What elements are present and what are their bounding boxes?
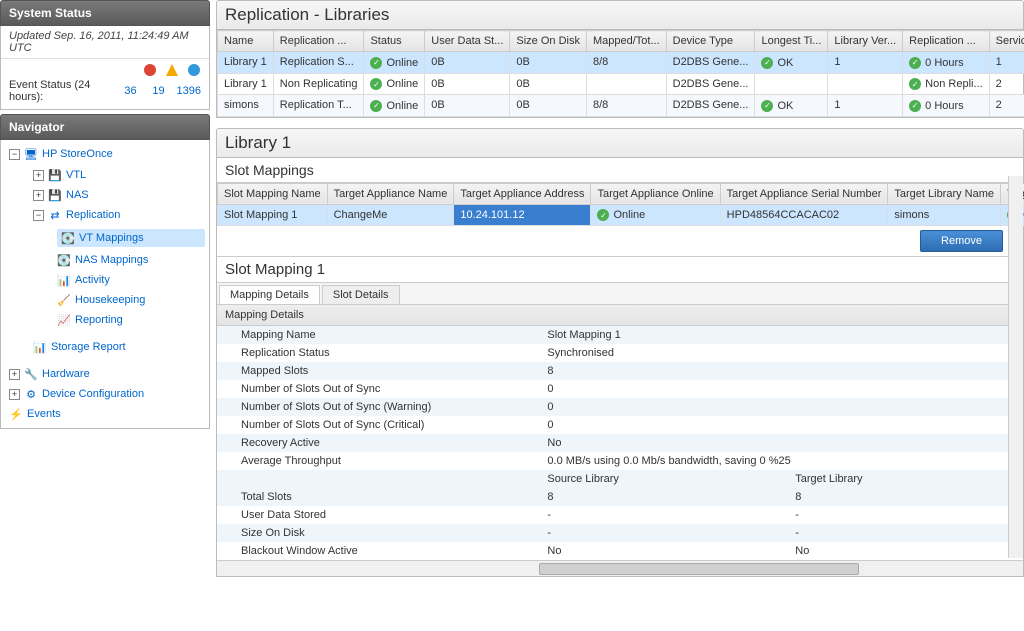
nav-events[interactable]: ⚡Events: [9, 407, 209, 421]
chart-icon: 📊: [33, 340, 47, 354]
slot-mappings-grid: Slot Mapping NameTarget Appliance NameTa…: [217, 183, 1024, 227]
tab-slot-details[interactable]: Slot Details: [322, 285, 400, 304]
nav-nas-mappings[interactable]: 💽NAS Mappings: [57, 253, 209, 267]
nav-vtl[interactable]: +💾VTL: [33, 168, 209, 182]
vertical-scrollbar[interactable]: [1008, 176, 1023, 559]
collapse-icon[interactable]: −: [33, 210, 44, 221]
libraries-grid: Name Replication ... Status User Data St…: [216, 30, 1024, 118]
col-replication[interactable]: Replication ...: [273, 31, 364, 52]
drive-icon: 💾: [48, 188, 62, 202]
col-libver[interactable]: Library Ver...: [828, 31, 903, 52]
replication-icon: ⇄: [48, 208, 62, 222]
server-icon: 🖥: [24, 147, 38, 161]
gear-icon: ⚙: [24, 387, 38, 401]
drive-icon: 💽: [57, 253, 71, 267]
library-row[interactable]: Library 1Replication S...Online0B0B8/8D2…: [218, 52, 1024, 74]
warning-icon[interactable]: [165, 63, 179, 77]
library-compare-table: Source LibraryTarget Library Total Slots…: [217, 470, 1023, 560]
slot-col[interactable]: Target Library Name: [888, 183, 1001, 204]
drive-icon: 💽: [61, 231, 75, 245]
nav-hardware[interactable]: +🔧Hardware: [9, 367, 209, 381]
expand-icon[interactable]: +: [9, 389, 20, 400]
drive-icon: 💾: [48, 168, 62, 182]
expand-icon[interactable]: +: [33, 190, 44, 201]
nav-root[interactable]: − 🖥 HP StoreOnce: [9, 147, 209, 161]
event-status-label: Event Status (24 hours):: [9, 79, 121, 103]
report-icon: 📈: [57, 313, 71, 327]
nav-replication[interactable]: −⇄Replication: [33, 208, 209, 222]
warning-count[interactable]: 19: [149, 85, 169, 97]
col-sizeondisk[interactable]: Size On Disk: [510, 31, 587, 52]
nav-device-config[interactable]: +⚙Device Configuration: [9, 387, 209, 401]
slot-mappings-heading: Slot Mappings: [217, 158, 1023, 183]
broom-icon: 🧹: [57, 293, 71, 307]
activity-icon: 📊: [57, 273, 71, 287]
mapping-details-heading: Mapping Details: [217, 305, 1023, 326]
nav-storage-report[interactable]: 📊Storage Report: [33, 340, 209, 354]
slot-mapping-title: Slot Mapping 1: [217, 256, 1023, 283]
status-updated: Updated Sep. 16, 2011, 11:24:49 AM UTC: [1, 26, 209, 59]
horizontal-scrollbar[interactable]: [217, 560, 1023, 576]
navigator-tree: − 🖥 HP StoreOnce +💾VTL +💾NAS −⇄Replicati…: [0, 140, 210, 429]
slot-col[interactable]: Slot Mapping Name: [218, 183, 328, 204]
library-row[interactable]: Library 1Non ReplicatingOnline0B0BD2DBS …: [218, 73, 1024, 95]
col-longest[interactable]: Longest Ti...: [755, 31, 828, 52]
lightning-icon: ⚡: [9, 407, 23, 421]
col-name[interactable]: Name: [218, 31, 274, 52]
nav-housekeeping[interactable]: 🧹Housekeeping: [57, 293, 209, 307]
slot-mapping-row[interactable]: Slot Mapping 1 ChangeMe 10.24.101.12 Onl…: [218, 204, 1024, 226]
col-mapped[interactable]: Mapped/Tot...: [586, 31, 666, 52]
remove-button[interactable]: Remove: [920, 230, 1003, 252]
navigator-header: Navigator: [0, 114, 210, 140]
col-userdata[interactable]: User Data St...: [425, 31, 510, 52]
info-count[interactable]: 1396: [177, 85, 201, 97]
col-serviceset[interactable]: Service Set: [989, 31, 1024, 52]
nav-nas[interactable]: +💾NAS: [33, 188, 209, 202]
library-detail-panel: Slot Mappings Slot Mapping NameTarget Ap…: [216, 158, 1024, 578]
expand-icon[interactable]: +: [9, 369, 20, 380]
col-status[interactable]: Status: [364, 31, 425, 52]
slot-col[interactable]: Target Appliance Address: [454, 183, 591, 204]
info-icon[interactable]: [187, 63, 201, 77]
library-detail-title: Library 1: [216, 128, 1024, 158]
col-repwin[interactable]: Replication ...: [903, 31, 989, 52]
system-status-header: System Status: [0, 0, 210, 26]
slot-col[interactable]: Target Appliance Serial Number: [720, 183, 888, 204]
library-row[interactable]: simonsReplication T...Online0B0B8/8D2DBS…: [218, 95, 1024, 117]
libraries-title: Replication - Libraries: [216, 0, 1024, 30]
col-devicetype[interactable]: Device Type: [666, 31, 755, 52]
slot-col[interactable]: Target Appliance Online: [591, 183, 720, 204]
ok-icon: [597, 209, 609, 221]
collapse-icon[interactable]: −: [9, 149, 20, 160]
nav-activity[interactable]: 📊Activity: [57, 273, 209, 287]
system-status-panel: Updated Sep. 16, 2011, 11:24:49 AM UTC E…: [0, 26, 210, 110]
error-count[interactable]: 36: [121, 85, 141, 97]
slot-col[interactable]: Target Appliance Name: [327, 183, 454, 204]
nav-vt-mappings[interactable]: 💽VT Mappings: [57, 229, 205, 247]
mapping-details-table: Mapping NameSlot Mapping 1Replication St…: [217, 326, 1023, 470]
hardware-icon: 🔧: [24, 367, 38, 381]
expand-icon[interactable]: +: [33, 170, 44, 181]
nav-reporting[interactable]: 📈Reporting: [57, 313, 209, 327]
tab-mapping-details[interactable]: Mapping Details: [219, 285, 320, 304]
error-icon[interactable]: [143, 63, 157, 77]
